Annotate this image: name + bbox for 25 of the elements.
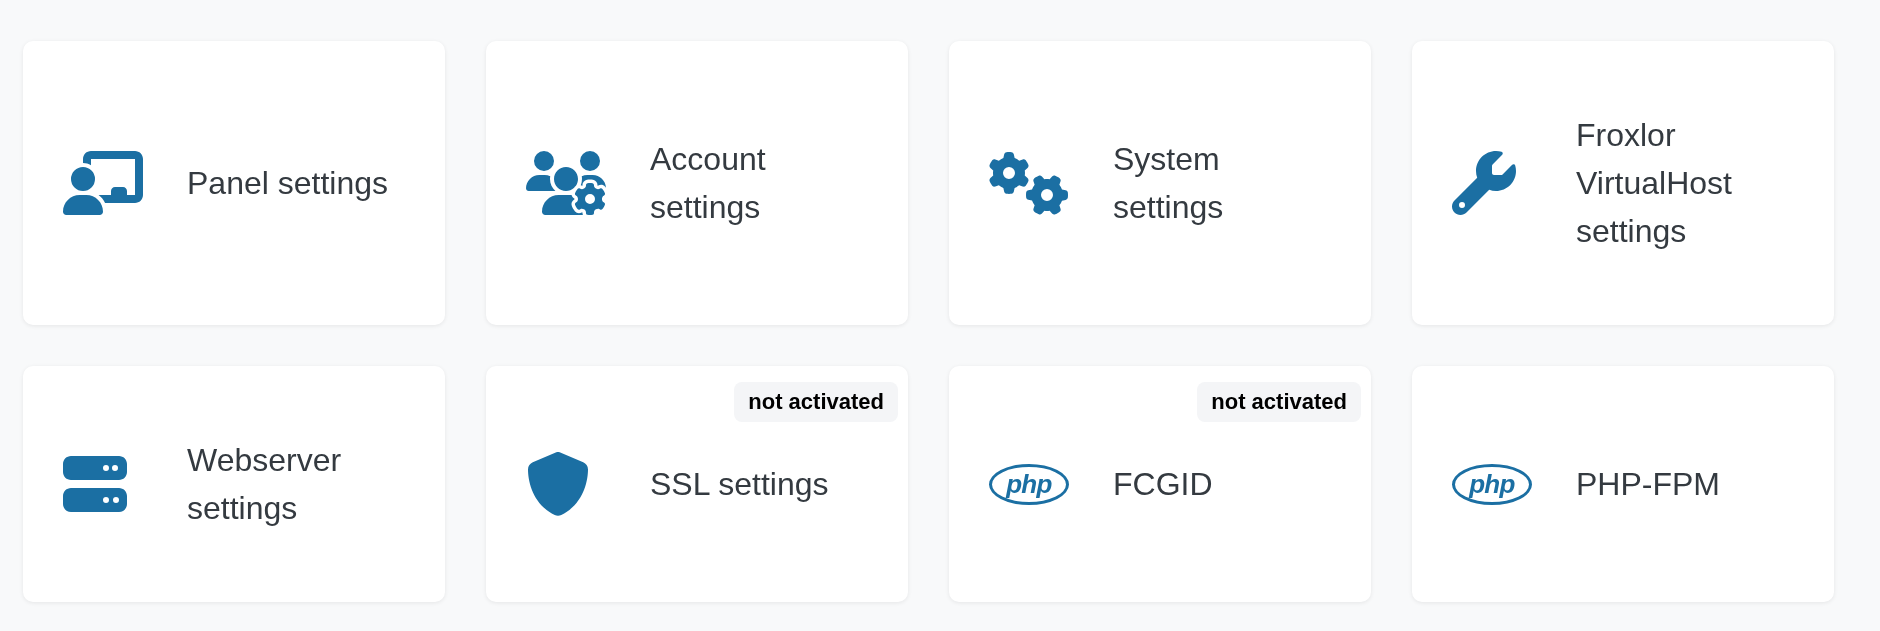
card-title: FCGID bbox=[1113, 465, 1214, 504]
settings-card[interactable]: Webserver settings bbox=[23, 366, 445, 602]
oval-logo: php bbox=[1452, 463, 1532, 505]
settings-card[interactable]: Panel settings bbox=[23, 41, 445, 325]
presentation-user-icon bbox=[63, 151, 143, 215]
gears-icon bbox=[989, 151, 1069, 215]
card-title: Panel settings bbox=[187, 164, 389, 203]
users-gear-icon bbox=[526, 151, 606, 215]
status-badge: not activated bbox=[1197, 382, 1361, 422]
card-title: Froxlor VirtualHost settings bbox=[1576, 116, 1733, 251]
settings-card[interactable]: php PHP-FPM bbox=[1412, 366, 1834, 602]
card-title: Account settings bbox=[650, 140, 767, 227]
settings-card[interactable]: Froxlor VirtualHost settings bbox=[1412, 41, 1834, 325]
oval-logo: php bbox=[989, 463, 1069, 505]
card-title: Webserver settings bbox=[187, 441, 343, 528]
settings-card[interactable]: not activated php FCGID bbox=[949, 366, 1371, 602]
status-badge: not activated bbox=[734, 382, 898, 422]
card-title: PHP-FPM bbox=[1576, 465, 1721, 504]
settings-card[interactable]: Account settings bbox=[486, 41, 908, 325]
settings-card[interactable]: System settings bbox=[949, 41, 1371, 325]
card-title: System settings bbox=[1113, 140, 1225, 227]
card-title: SSL settings bbox=[650, 465, 830, 504]
shield-icon bbox=[526, 452, 590, 516]
wrench-icon bbox=[1452, 151, 1516, 215]
settings-card[interactable]: not activated SSL settings bbox=[486, 366, 908, 602]
